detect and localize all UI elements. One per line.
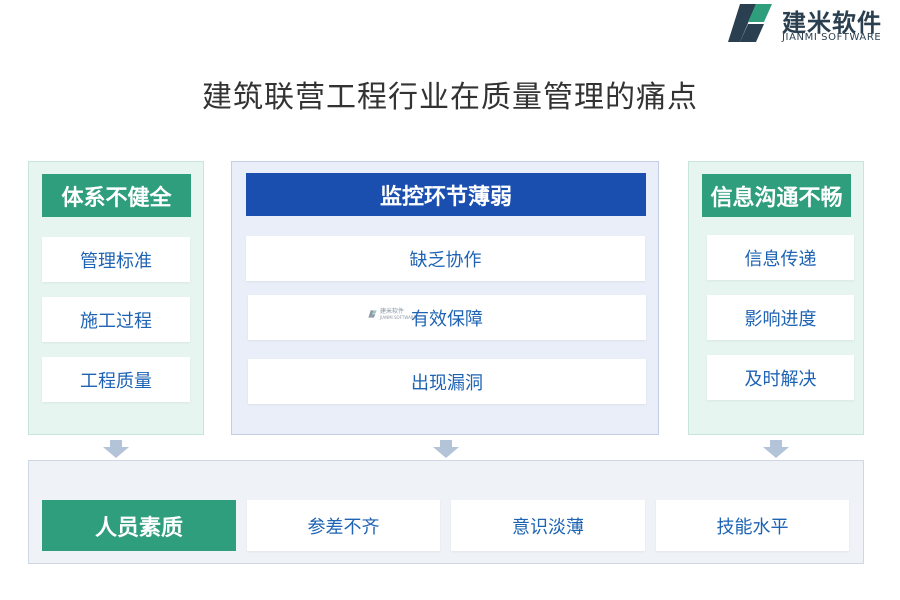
brand-logo: 建米软件 JIANMI SOFTWARE [724,0,900,48]
arrow-down-icon [433,440,459,458]
watermark: 建米软件 JIANMI SOFTWARE [368,308,416,320]
right-panel-heading: 信息沟通不畅 [702,174,851,217]
arrow-down-icon [763,440,789,458]
left-item-3: 工程质量 [42,357,190,402]
center-panel-heading: 监控环节薄弱 [246,173,646,216]
arrow-down-icon [103,440,129,458]
page-title: 建筑联营工程行业在质量管理的痛点 [202,80,698,115]
center-item-2: 有效保障 建米软件 JIANMI SOFTWARE [248,295,646,340]
left-panel: 体系不健全 管理标准 施工过程 工程质量 [28,161,204,435]
left-item-2: 施工过程 [42,297,190,342]
right-item-2: 影响进度 [707,295,854,340]
logo-mark-icon [728,4,772,42]
left-panel-heading: 体系不健全 [42,174,191,217]
bottom-item-1: 参差不齐 [247,500,440,551]
bottom-panel: 人员素质 参差不齐 意识淡薄 技能水平 [28,460,864,564]
watermark-text: 建米软件 [380,308,405,315]
bottom-item-3: 技能水平 [656,500,849,551]
bottom-item-2: 意识淡薄 [451,500,645,551]
right-item-1: 信息传递 [707,235,854,280]
center-item-1: 缺乏协作 [246,236,645,281]
center-panel: 监控环节薄弱 缺乏协作 有效保障 建米软件 JIANMI SOFTWARE 出现… [231,161,659,435]
left-item-1: 管理标准 [42,237,190,282]
watermark-logo-icon [368,310,377,318]
logo-subtext: JIANMI SOFTWARE [782,32,882,43]
center-item-2-label: 有效保障 [411,308,483,330]
right-panel: 信息沟通不畅 信息传递 影响进度 及时解决 [688,161,864,435]
right-item-3: 及时解决 [707,355,854,400]
bottom-panel-heading: 人员素质 [42,500,236,551]
center-item-3: 出现漏洞 [248,359,646,404]
watermark-subtext: JIANMI SOFTWARE [380,315,417,320]
